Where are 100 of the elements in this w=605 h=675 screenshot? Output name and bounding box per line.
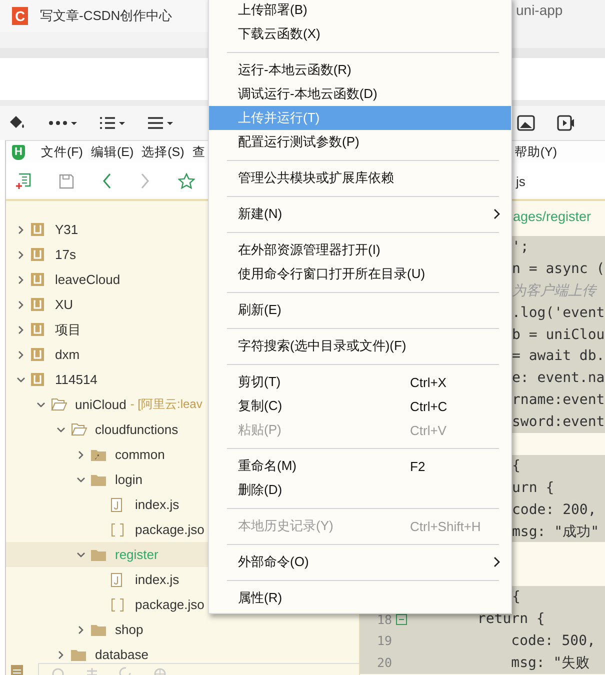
more-dropdown-icon[interactable]	[48, 118, 78, 128]
menu-item[interactable]: 帮助(Y)	[514, 144, 557, 160]
line-number: 19	[376, 633, 392, 648]
tab-title: 写文章-CSDN创作中心	[40, 7, 172, 25]
shortcut-label: Ctrl+V	[410, 422, 446, 438]
menu-item[interactable]: 在外部资源管理器打开(I)	[209, 238, 511, 262]
chevron-right-icon[interactable]	[16, 224, 26, 234]
cloud-provider-label: - [阿里云:leav	[130, 396, 202, 413]
menu-item[interactable]: 运行-本地云函数(R)	[209, 58, 511, 82]
code-text: code: 500,	[510, 632, 596, 649]
chevron-right-icon[interactable]	[56, 650, 66, 660]
file-icon[interactable]	[10, 664, 24, 675]
menu-item[interactable]: 删除(D)	[209, 478, 511, 502]
menu-item[interactable]: 属性(R)	[209, 586, 511, 610]
tree-item-label: leaveCloud	[55, 272, 120, 287]
chevron-right-icon[interactable]	[16, 250, 26, 260]
chevron-right-icon[interactable]	[16, 350, 26, 360]
line-number: 20	[376, 655, 392, 670]
tree-item[interactable]: shop	[6, 617, 359, 642]
tree-item-label: uniCloud	[75, 397, 126, 412]
image-icon[interactable]	[517, 115, 535, 131]
project-icon	[31, 248, 44, 261]
menu-item[interactable]: 调试运行-本地云函数(D)	[209, 82, 511, 106]
menu-item[interactable]: 文件(F)	[41, 144, 83, 160]
code-text: {	[512, 458, 520, 474]
chevron-down-icon[interactable]	[76, 550, 86, 560]
chevron-right-icon[interactable]	[16, 324, 26, 334]
align-dropdown-icon[interactable]	[148, 116, 174, 130]
csdn-logo: C	[12, 7, 28, 25]
open-folder-icon	[71, 423, 87, 436]
code-text: {	[512, 589, 520, 606]
menu-item[interactable]: 复制(C) Ctrl+C	[209, 394, 511, 418]
code-text: n = async (	[512, 260, 605, 277]
menu-item-label: 本地历史记录(Y)	[238, 517, 334, 535]
menu-item[interactable]: 配置运行测试参数(P)	[209, 130, 511, 154]
menu-item-label: 粘贴(P)	[238, 421, 282, 439]
tree-item-label: XU	[55, 297, 74, 312]
tree-item[interactable]: database	[6, 642, 359, 663]
project-icon	[31, 373, 44, 386]
menu-item[interactable]: 选择(S)	[142, 144, 184, 160]
menu-item-label: 在外部资源管理器打开(I)	[238, 241, 382, 259]
chevron-right-icon[interactable]	[76, 624, 86, 634]
line-number: 18	[376, 612, 392, 627]
menu-item[interactable]: 剪切(T) Ctrl+X	[209, 370, 511, 394]
menu-item[interactable]: 查	[192, 144, 206, 160]
chevron-down-icon[interactable]	[76, 474, 86, 484]
video-icon[interactable]	[557, 115, 575, 131]
tree-item-label: common	[115, 447, 165, 462]
menu-item[interactable]: 重命名(M) F2	[209, 454, 511, 478]
json-file-icon	[111, 598, 124, 612]
code-text: ';	[512, 238, 529, 255]
tree-item-label: register	[115, 547, 158, 562]
code-text: = await db.	[512, 348, 605, 364]
tree-item-label: index.js	[135, 497, 180, 512]
menu-item[interactable]: 刷新(E)	[209, 298, 511, 322]
tree-item-label: index.js	[135, 572, 180, 587]
menu-item-label: 剪切(T)	[238, 373, 282, 391]
folder-icon	[71, 648, 86, 660]
tree-item-label: 项目	[55, 320, 81, 338]
code-text: rname:event	[512, 392, 605, 408]
menu-item-label: 调试运行-本地云函数(D)	[238, 85, 378, 103]
menu-item-label: 使用命令行窗口打开所在目录(U)	[238, 265, 426, 283]
menu-item-label: 上传并运行(T)	[238, 109, 321, 127]
shortcut-label: Ctrl+Shift+H	[410, 518, 481, 534]
menu-item-label: 字符搜索(选中目录或文件)(F)	[238, 337, 408, 355]
menu-item[interactable]: 管理公共模块或扩展库依赖	[209, 166, 511, 190]
chevron-right-icon[interactable]	[16, 300, 26, 310]
save-icon[interactable]	[59, 174, 74, 188]
menu-item[interactable]: 编辑(E)	[90, 144, 134, 160]
file-path: ages/register	[513, 209, 592, 224]
project-icon	[31, 348, 44, 361]
menu-item-label: 刷新(E)	[238, 301, 282, 319]
chevron-down-icon[interactable]	[56, 424, 66, 434]
code-text: urn {	[512, 480, 554, 496]
shortcut-label: Ctrl+X	[410, 374, 446, 390]
project-icon	[31, 273, 44, 286]
list-dropdown-icon[interactable]	[100, 116, 126, 130]
chevron-down-icon[interactable]	[36, 400, 46, 410]
js-file-icon	[111, 498, 122, 512]
back-icon[interactable]	[102, 173, 112, 189]
new-file-icon[interactable]	[15, 172, 31, 190]
chevron-right-icon[interactable]	[16, 274, 26, 284]
chevron-down-icon[interactable]	[16, 374, 26, 384]
code-text: msg: "失败	[510, 654, 590, 672]
menu-item[interactable]: 使用命令行窗口打开所在目录(U)	[209, 262, 511, 286]
menu-item[interactable]: 字符搜索(选中目录或文件)(F)	[209, 334, 511, 358]
code-text: code: 200,	[512, 502, 596, 518]
code-text: b = uniClou	[512, 326, 605, 342]
paint-bucket-icon[interactable]	[8, 115, 26, 131]
folder-icon	[91, 548, 106, 560]
star-icon[interactable]	[178, 173, 195, 189]
chevron-right-icon[interactable]	[76, 450, 86, 460]
code-text: e: event.na	[512, 370, 605, 386]
tree-item-label: login	[115, 472, 142, 487]
menu-item[interactable]: 新建(N)	[209, 202, 511, 226]
project-icon	[31, 323, 44, 336]
tree-item-label: dxm	[55, 347, 80, 362]
fold-icon[interactable]	[396, 614, 406, 625]
code-text: msg: "成功"	[512, 522, 600, 541]
menu-item-label: 运行-本地云函数(R)	[238, 61, 352, 79]
